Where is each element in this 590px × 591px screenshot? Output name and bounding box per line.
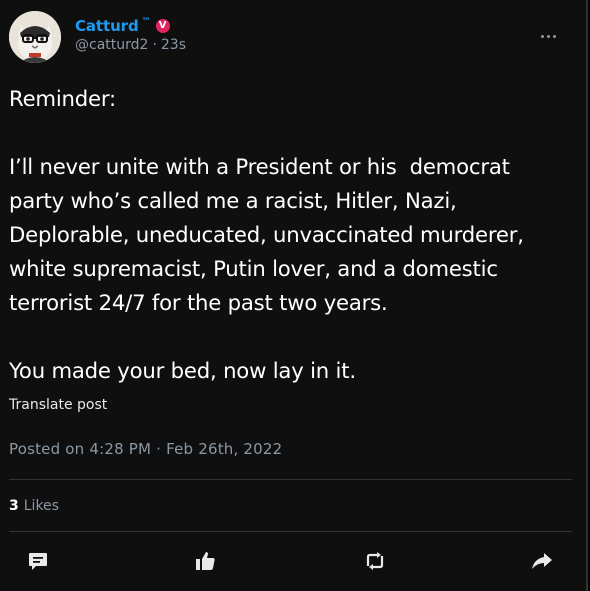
posted-timestamp: Posted on 4:28 PM · Feb 26th, 2022 [9,440,283,458]
tweet-text-paragraph: You made your bed, now lay in it. [9,358,356,383]
author-name-row: Catturd ™ V [75,16,170,36]
retweet-icon [366,552,384,570]
comment-icon [29,553,47,570]
retweet-button[interactable] [362,548,388,574]
more-dots-icon [552,34,556,38]
tweet-text-paragraph: I’ll never unite with a President or his… [9,154,531,315]
post-time-ago[interactable]: 23s [161,37,186,53]
author-handle-row: @catturd2 · 23s [75,37,186,53]
verified-badge-icon: V [155,19,170,33]
tweet-text-line: Reminder: [9,86,116,111]
reply-button[interactable] [25,548,51,574]
more-dots-icon [540,34,544,38]
share-icon [532,553,552,569]
like-icon [196,552,215,570]
tweet-card: Catturd ™ V @catturd2 · 23s Reminder: I’… [0,0,588,591]
author-handle[interactable]: @catturd2 [75,37,148,53]
author-display-name[interactable]: Catturd [75,17,139,35]
tweet-text: Reminder: I’ll never unite with a Presid… [9,82,569,388]
action-bar [0,548,588,578]
share-button[interactable] [529,548,555,574]
likes-row[interactable]: 3 Likes [9,498,59,514]
like-button[interactable] [192,548,218,574]
translate-post-link[interactable]: Translate post [9,397,107,413]
divider [9,531,572,532]
more-options-button[interactable] [536,26,560,46]
divider [9,479,572,480]
likes-label: Likes [23,498,59,514]
trademark-symbol: ™ [141,17,151,27]
likes-count: 3 [9,498,19,514]
cat-avatar-image [9,11,61,63]
separator-dot: · [152,37,157,53]
avatar[interactable] [9,11,61,63]
more-dots-icon [546,34,550,38]
